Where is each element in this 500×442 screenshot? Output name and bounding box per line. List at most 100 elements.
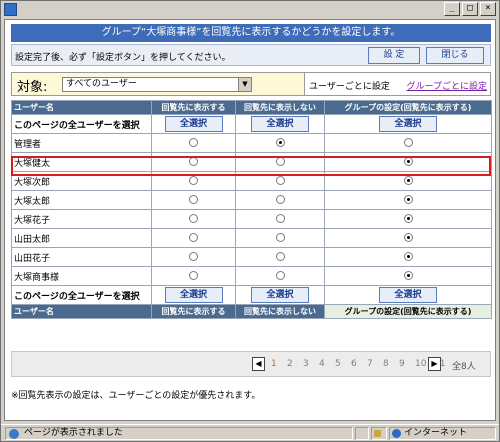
page-number-link[interactable]: 9	[399, 359, 405, 369]
select-all-button[interactable]: 全選択	[251, 287, 309, 303]
radio-cell	[324, 152, 492, 172]
radio-cell	[235, 247, 325, 267]
column-header: 回覧先に表示する	[151, 100, 236, 115]
visibility-radio[interactable]	[403, 271, 413, 280]
set-button[interactable]: 設 定	[368, 47, 420, 64]
close-window-button[interactable]: ×	[480, 2, 496, 16]
radio-cell	[151, 247, 236, 267]
page-number-link[interactable]: 2	[287, 359, 293, 369]
radio-cell	[324, 209, 492, 229]
page-number-link[interactable]: 8	[383, 359, 389, 369]
radio-cell	[151, 133, 236, 153]
page-number-link[interactable]: 4	[319, 359, 325, 369]
radio-cell	[151, 171, 236, 191]
visibility-radio[interactable]	[403, 157, 413, 166]
close-button[interactable]: 閉じる	[426, 47, 484, 64]
title-bar: _ □ ×	[1, 1, 499, 18]
minimize-button[interactable]: _	[444, 2, 460, 16]
column-header: ユーザー名	[11, 100, 152, 115]
select-all-row: このページの全ユーザーを選択 全選択 全選択 全選択	[11, 285, 492, 305]
page-number-link[interactable]: 7	[367, 359, 373, 369]
visibility-radio[interactable]	[189, 176, 198, 185]
browser-window: _ □ × グループ“大塚商事様”を回覧先に表示するかどうかを設定します。 設定…	[0, 0, 500, 442]
table-footer-row: ユーザー名 回覧先に表示する 回覧先に表示しない グループの設定(回覧先に表示す…	[11, 304, 492, 319]
select-all-cell: 全選択	[235, 114, 325, 134]
radio-cell	[235, 152, 325, 172]
radio-cell	[324, 190, 492, 210]
visibility-radio[interactable]	[403, 195, 413, 204]
visibility-radio[interactable]	[275, 214, 285, 223]
total-count: 全8人	[452, 362, 476, 372]
prev-page-icon[interactable]: ◀	[252, 357, 265, 371]
user-name: 山田花子	[11, 247, 152, 267]
user-table: ユーザー名 回覧先に表示する 回覧先に表示しない グループの設定(回覧先に表示す…	[11, 100, 492, 319]
table-row: 山田花子	[11, 247, 492, 267]
visibility-radio[interactable]	[275, 157, 285, 166]
select-all-button[interactable]: 全選択	[164, 287, 223, 303]
page-number-link[interactable]: 10	[415, 359, 426, 369]
view-by-group-link[interactable]: グループごとに設定	[407, 79, 487, 92]
user-name: 大塚商事様	[11, 266, 152, 286]
radio-cell	[235, 133, 325, 153]
visibility-radio[interactable]	[189, 157, 198, 166]
select-all-cell: 全選択	[151, 114, 236, 134]
visibility-radio[interactable]	[275, 195, 285, 204]
visibility-radio[interactable]	[189, 271, 198, 280]
visibility-radio[interactable]	[189, 252, 198, 261]
user-name: 管理者	[11, 133, 152, 153]
instruction-bar: 設定完了後、必ず「設定ボタン」を押してください。 設 定 閉じる	[11, 44, 491, 66]
visibility-radio[interactable]	[189, 233, 198, 242]
radio-cell	[235, 190, 325, 210]
visibility-radio[interactable]	[275, 252, 285, 261]
user-name: 大塚太郎	[11, 190, 152, 210]
user-name: 大塚花子	[11, 209, 152, 229]
security-cell	[371, 427, 387, 440]
radio-cell	[235, 266, 325, 286]
visibility-radio[interactable]	[275, 138, 285, 147]
user-name: 大塚健太	[11, 152, 152, 172]
column-header: 回覧先に表示しない	[235, 100, 325, 115]
select-all-button[interactable]: 全選択	[251, 116, 309, 132]
visibility-radio[interactable]	[403, 233, 413, 242]
target-select[interactable]: すべてのユーザー ▼	[62, 77, 252, 92]
radio-cell	[151, 228, 236, 248]
target-select-value: すべてのユーザー	[66, 79, 137, 89]
column-footer: 回覧先に表示する	[151, 304, 236, 319]
visibility-radio[interactable]	[189, 195, 198, 204]
select-all-button[interactable]: 全選択	[379, 287, 437, 303]
visibility-radio[interactable]	[403, 176, 413, 185]
table-header-row: ユーザー名 回覧先に表示する 回覧先に表示しない グループの設定(回覧先に表示す…	[11, 100, 492, 115]
radio-cell	[235, 209, 325, 229]
select-all-button[interactable]: 全選択	[379, 116, 437, 132]
page-number-link[interactable]: 1	[271, 359, 277, 369]
instruction-text: 設定完了後、必ず「設定ボタン」を押してください。	[15, 53, 231, 63]
visibility-radio[interactable]	[275, 271, 285, 280]
visibility-radio[interactable]	[403, 138, 413, 147]
radio-cell	[324, 171, 492, 191]
table-row: 管理者	[11, 133, 492, 153]
target-row: 対象: すべてのユーザー ▼ ユーザーごとに設定 グループごとに設定	[11, 72, 491, 96]
page-number-link[interactable]: 3	[303, 359, 309, 369]
visibility-radio[interactable]	[189, 214, 198, 223]
visibility-radio[interactable]	[275, 176, 285, 185]
page-number-link[interactable]: 5	[335, 359, 341, 369]
select-all-label: このページの全ユーザーを選択	[11, 285, 152, 305]
select-all-button[interactable]: 全選択	[164, 116, 223, 132]
page-icon	[9, 429, 19, 439]
globe-icon	[392, 429, 401, 438]
status-message: ページが表示されました	[5, 427, 353, 440]
table-row: 山田太郎	[11, 228, 492, 248]
visibility-radio[interactable]	[275, 233, 285, 242]
visibility-radio[interactable]	[403, 252, 413, 261]
visibility-radio[interactable]	[189, 138, 198, 147]
visibility-radio[interactable]	[403, 214, 413, 223]
system-menu-icon[interactable]	[4, 3, 17, 16]
page-content: グループ“大塚商事様”を回覧先に表示するかどうかを設定します。 設定完了後、必ず…	[4, 19, 496, 421]
radio-cell	[151, 209, 236, 229]
status-bar: ページが表示されました インターネット	[1, 424, 499, 441]
lock-icon	[374, 430, 381, 437]
next-page-icon[interactable]: ▶	[428, 357, 441, 371]
page-number-link[interactable]: 6	[351, 359, 357, 369]
maximize-button[interactable]: □	[462, 2, 478, 16]
chevron-down-icon[interactable]: ▼	[238, 78, 251, 91]
